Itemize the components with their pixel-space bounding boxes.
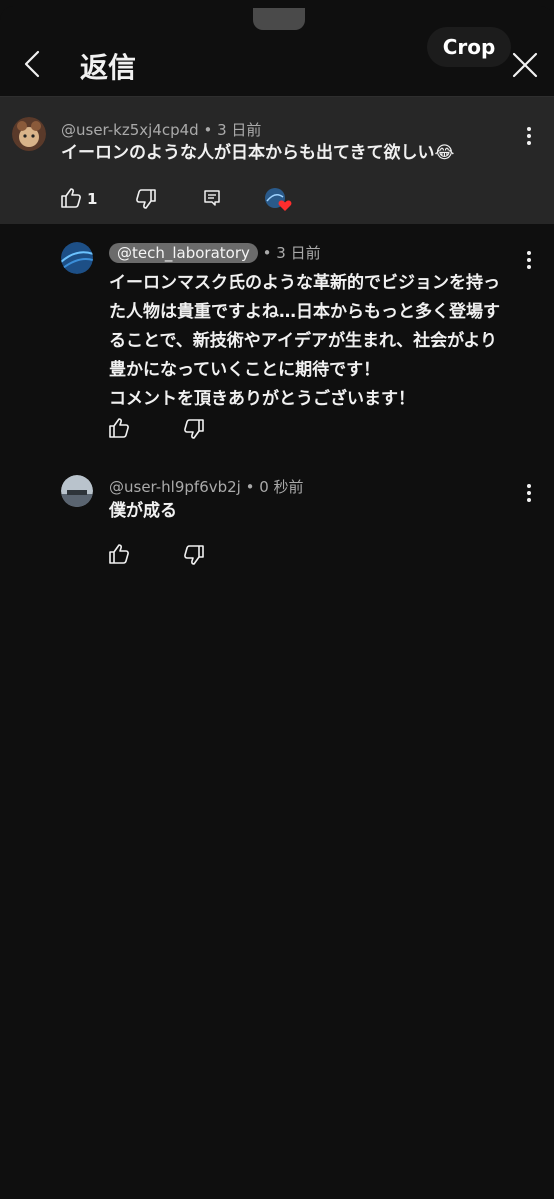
like-button[interactable] (108, 417, 130, 443)
comment-text-line: た人物は貴重ですよね…日本からもっと多く登場す (109, 302, 500, 322)
more-vertical-icon[interactable] (524, 251, 534, 273)
comment-author[interactable]: @user-kz5xj4cp4d (61, 121, 199, 139)
dislike-button[interactable] (135, 188, 157, 214)
avatar[interactable] (61, 475, 93, 507)
comment-author[interactable]: @tech_laboratory (109, 243, 258, 263)
comment-meta: @user-kz5xj4cp4d • 3 日前 (61, 119, 261, 140)
comment-author[interactable]: @user-hl9pf6vb2j (109, 478, 241, 496)
thumbs-down-icon (136, 189, 156, 209)
more-vertical-icon[interactable] (524, 484, 534, 506)
header: 返信 Crop (0, 6, 554, 96)
page-title: 返信 (80, 51, 137, 84)
close-icon (512, 52, 538, 78)
comment-meta: @tech_laboratory • 3 日前 (109, 242, 321, 263)
crop-button[interactable]: Crop (427, 27, 511, 67)
comment-text-line: 豊かになっていくことに期待です！ (109, 360, 381, 380)
comment-icon (204, 190, 220, 206)
close-button[interactable] (510, 50, 540, 80)
comment-text-line: イーロンマスク氏のような革新的でビジョンを持っ (109, 273, 500, 293)
comment-meta: @user-hl9pf6vb2j • 0 秒前 (109, 476, 304, 497)
parent-comment: @user-kz5xj4cp4d • 3 日前 イーロンのような人が日本からも出… (0, 97, 554, 224)
like-count: 1 (87, 190, 98, 208)
more-vertical-icon[interactable] (524, 127, 534, 149)
like-button[interactable] (60, 187, 82, 213)
comment-time: • 0 秒前 (245, 478, 304, 496)
comment-text: イーロンマスク氏のような革新的でビジョンを持っ た人物は貴重ですよね…日本からも… (109, 269, 500, 414)
back-button[interactable] (18, 44, 48, 84)
thumbs-up-icon (109, 418, 129, 438)
comment-text-line: ることで、新技術やアイデアが生まれ、社会がより (109, 331, 497, 351)
comment-time: • 3 日前 (203, 121, 262, 139)
avatar[interactable] (61, 242, 93, 274)
creator-heart (264, 187, 292, 217)
comment-time: • 3 日前 (262, 244, 321, 262)
thumbs-down-icon (184, 419, 204, 439)
thumbs-down-icon (184, 545, 204, 565)
reply-button[interactable] (203, 189, 221, 211)
dislike-button[interactable] (183, 544, 205, 570)
creator-heart-icon (278, 200, 292, 211)
comment-text: 僕が成る (109, 501, 177, 521)
thumbs-up-icon (109, 544, 129, 564)
replies-sheet: 返信 Crop @user-kz5xj4cp4d • 3 日前 イーロンのような… (0, 6, 554, 1199)
comment-text-line: コメントを頂きありがとうございます！ (109, 389, 415, 409)
avatar[interactable] (12, 117, 46, 151)
dislike-button[interactable] (183, 418, 205, 444)
chevron-left-icon (24, 50, 40, 78)
thumbs-up-icon (61, 188, 81, 208)
like-button[interactable] (108, 543, 130, 569)
comment-text: イーロンのような人が日本からも出てきて欲しい😂 (61, 143, 455, 163)
